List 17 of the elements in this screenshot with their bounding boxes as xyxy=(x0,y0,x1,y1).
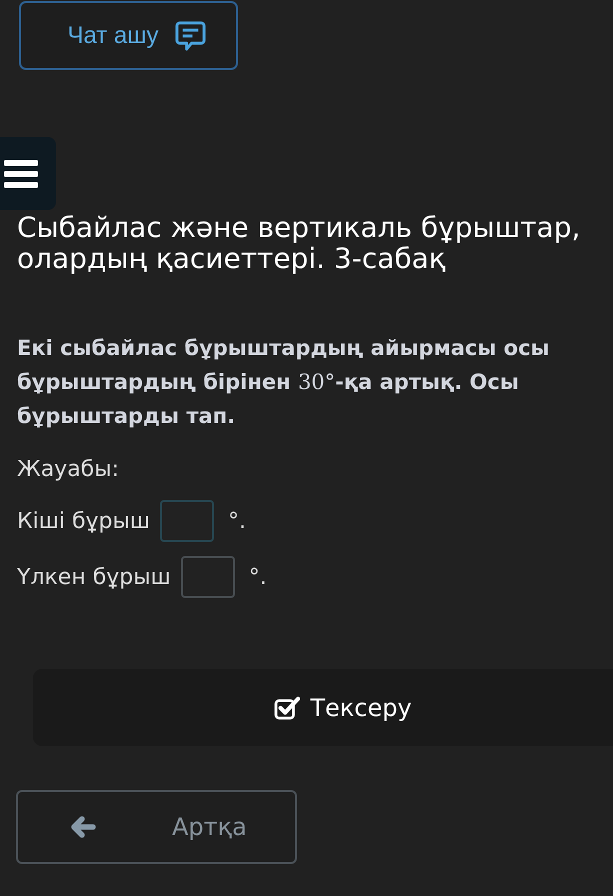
open-chat-button[interactable]: Чат ашу xyxy=(19,1,238,70)
back-button[interactable]: Артқа xyxy=(16,790,297,864)
arrow-left-icon xyxy=(70,816,96,838)
check-button[interactable]: Тексеру xyxy=(33,669,613,746)
checkbox-tick-icon xyxy=(274,696,300,720)
angle-label: Үлкен бұрыш xyxy=(17,564,171,590)
chat-icon xyxy=(174,20,206,51)
answer-label: Жауабы: xyxy=(17,456,120,484)
question-text: Екі сыбайлас бұрыштардың айырмасы осы бұрыштардың бірінен 30°-қа артық. Осы бұрыштарды тап. xyxy=(17,335,551,430)
menu-icon xyxy=(4,160,38,188)
degree-unit: °. xyxy=(248,564,267,590)
answer-field[interactable] xyxy=(160,500,214,542)
answer-field[interactable] xyxy=(180,556,235,598)
angle-label: Кіші бұрыш xyxy=(17,508,150,534)
lesson-title: Сыбайлас және вертикаль бұрыштар, олардың қасиеттері. 3-сабақ xyxy=(17,212,582,274)
menu-button[interactable] xyxy=(0,137,56,210)
degree-unit: °. xyxy=(228,508,246,534)
